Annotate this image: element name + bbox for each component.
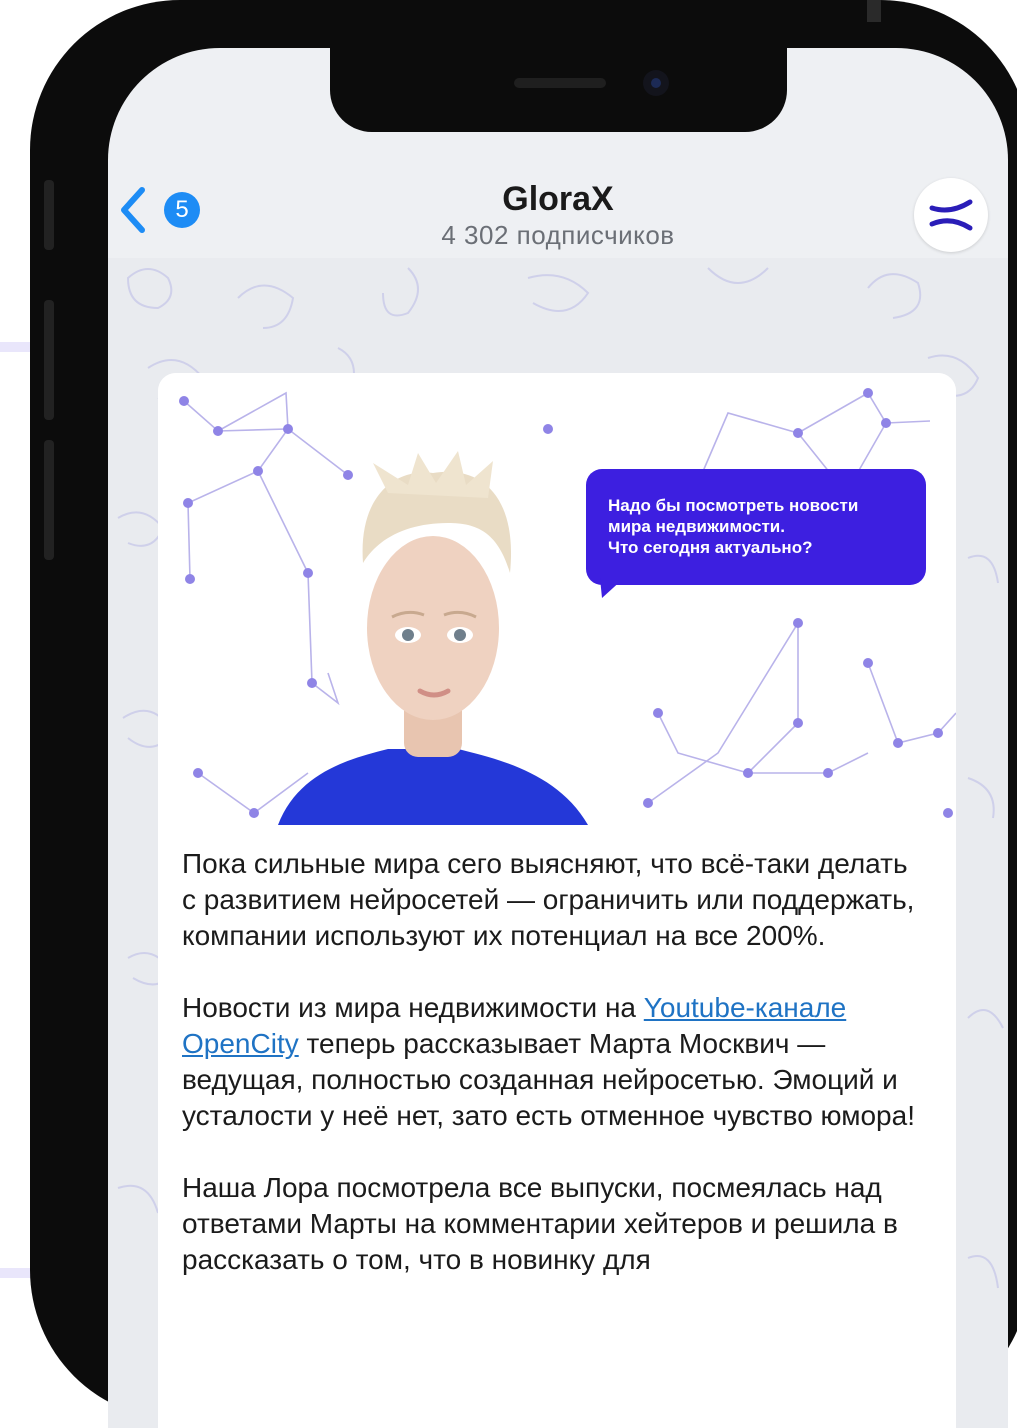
speech-bubble: Надо бы посмотреть новости мира недвижим… (586, 469, 926, 585)
paragraph-3: Наша Лора посмотрела все выпуски, посмея… (182, 1172, 898, 1275)
post-image[interactable]: Надо бы посмотреть новости мира недвижим… (158, 373, 956, 825)
phone-edge (867, 0, 881, 22)
volume-up-button (44, 300, 54, 420)
phone-frame: 5 GloraX 4 302 подписчиков Надо бы посмо… (30, 0, 1017, 1428)
chat-header: 5 GloraX 4 302 подписчиков (108, 168, 1008, 258)
telegram-screen: 5 GloraX 4 302 подписчиков Надо бы посмо… (108, 48, 1008, 1428)
glorax-logo-icon (929, 199, 973, 231)
front-camera (643, 70, 669, 96)
subscriber-count: 4 302 подписчиков (441, 220, 675, 250)
speech-line: Надо бы посмотреть новости (608, 496, 859, 515)
channel-title[interactable]: GloraX (108, 180, 1008, 219)
network-illustration (179, 388, 956, 825)
device-notch (330, 48, 787, 132)
earpiece-speaker (514, 78, 606, 88)
speech-line: Что сегодня актуально? (608, 538, 813, 557)
volume-down-button (44, 440, 54, 560)
paragraph-1: Пока сильные мира сего выясняют, что всё… (182, 848, 915, 951)
channel-avatar[interactable] (914, 178, 988, 252)
channel-post: Надо бы посмотреть новости мира недвижим… (158, 373, 956, 1428)
text-span: Новости из мира недвижимости на (182, 992, 644, 1023)
mute-switch (44, 180, 54, 250)
speech-line: мира недвижимости. (608, 517, 785, 536)
speech-tail-icon (600, 578, 624, 598)
paragraph-2: Новости из мира недвижимости на Youtube-… (182, 990, 922, 1134)
post-text: Пока сильные мира сего выясняют, что всё… (182, 846, 922, 1314)
